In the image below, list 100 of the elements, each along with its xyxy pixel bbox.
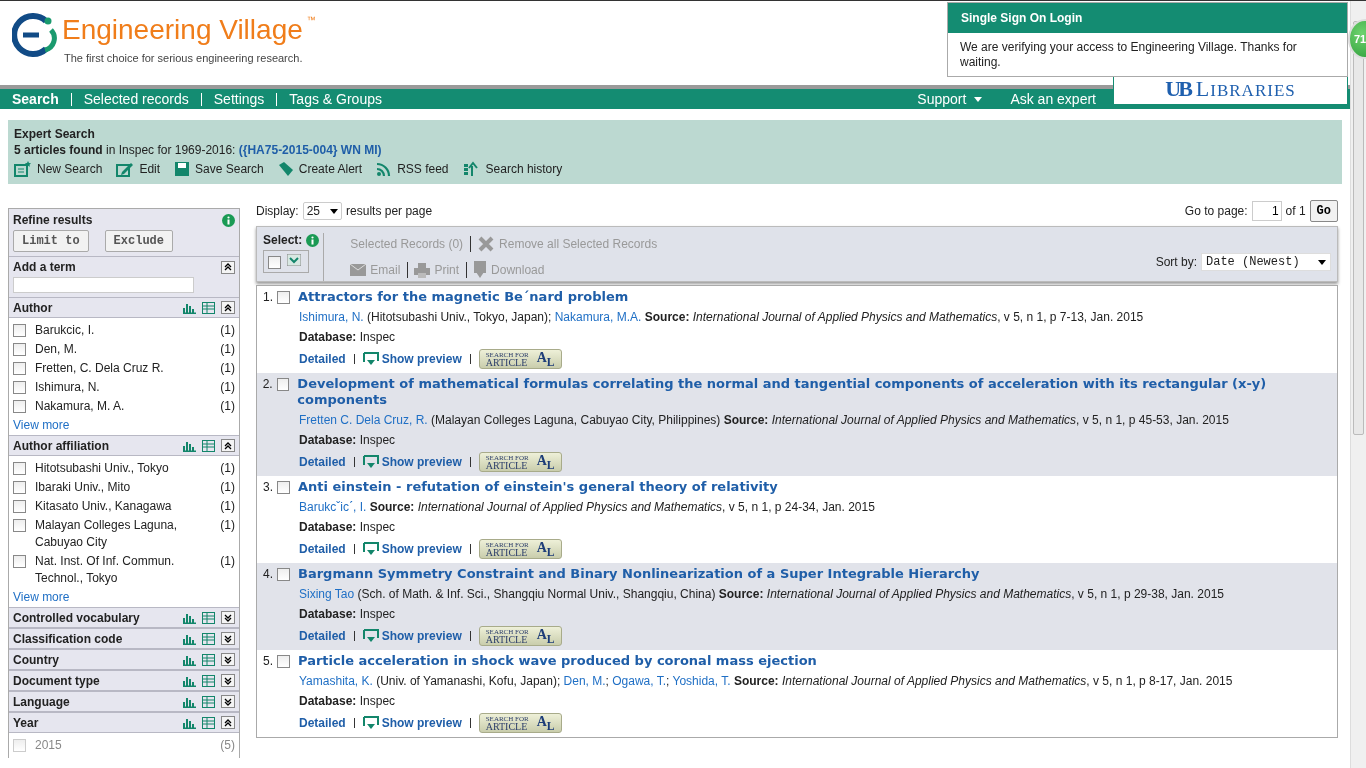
bar-chart-icon[interactable] bbox=[183, 301, 196, 314]
facet-label: Hitotsubashi Univ., Tokyo bbox=[35, 460, 170, 477]
author-link[interactable]: Fretten C. Dela Cruz, R. bbox=[299, 413, 428, 427]
record-title[interactable]: Bargmann Symmetry Constraint and Binary Nonlinearization of a Super Integrable Hierarchy bbox=[298, 566, 980, 582]
record-database: Database: Inspec bbox=[299, 693, 397, 709]
collapse-button[interactable] bbox=[221, 260, 235, 274]
refine-button[interactable]: Exclude bbox=[104, 230, 174, 252]
nav-link[interactable]: Ask an expert bbox=[1010, 91, 1096, 107]
record-checkbox[interactable] bbox=[276, 378, 290, 391]
bar-chart-icon[interactable] bbox=[183, 674, 196, 687]
nav-item[interactable]: Settings bbox=[213, 92, 278, 106]
bar-chart-icon[interactable] bbox=[183, 632, 196, 645]
info-icon[interactable] bbox=[306, 233, 320, 247]
expand-button[interactable] bbox=[221, 611, 235, 624]
bar-chart-icon[interactable] bbox=[183, 439, 196, 452]
record-database: Database: Inspec bbox=[299, 329, 397, 345]
facet-checkbox[interactable] bbox=[13, 519, 26, 532]
bar-chart-icon[interactable] bbox=[183, 695, 196, 708]
facet-checkbox[interactable] bbox=[13, 362, 26, 375]
logo-icon bbox=[12, 13, 58, 57]
facet-label: Malayan Colleges Laguna, Cabuyao City bbox=[35, 517, 179, 551]
facet-checkbox[interactable] bbox=[13, 555, 26, 568]
nav-item[interactable]: Selected records bbox=[83, 92, 202, 106]
expand-button[interactable] bbox=[221, 674, 235, 687]
author-link[interactable]: Barukcˇicˊ, I. bbox=[299, 500, 367, 514]
table-icon[interactable] bbox=[202, 716, 215, 729]
detailed-link[interactable]: Detailed bbox=[299, 352, 346, 366]
record-checkbox[interactable] bbox=[277, 291, 290, 304]
author-link[interactable]: Ishimura, N. bbox=[299, 310, 364, 324]
facet-checkbox[interactable] bbox=[13, 462, 26, 475]
view-more-link[interactable]: View more bbox=[13, 417, 235, 433]
expand-button[interactable] bbox=[221, 653, 235, 666]
page-field[interactable]: 1 bbox=[1251, 201, 1282, 221]
search-type: Expert Search bbox=[14, 126, 96, 142]
nav-link[interactable]: Support bbox=[917, 91, 983, 107]
author-link[interactable]: Nakamura, M.A. bbox=[554, 310, 642, 324]
nav-item[interactable]: Search bbox=[12, 92, 72, 106]
preview-link[interactable]: Show preview bbox=[362, 455, 462, 469]
bar-chart-icon[interactable] bbox=[183, 611, 196, 624]
preview-link[interactable]: Show preview bbox=[362, 629, 462, 643]
table-icon[interactable] bbox=[202, 301, 215, 314]
preview-icon bbox=[362, 542, 379, 556]
preview-link[interactable]: Show preview bbox=[362, 352, 462, 366]
table-icon[interactable] bbox=[202, 653, 215, 666]
record-title[interactable]: Development of mathematical formulas correlating the normal and tangential components of acceleration with its rectangular (x-y) components bbox=[297, 376, 1331, 408]
go-button[interactable]: Go bbox=[1309, 200, 1338, 222]
search-action[interactable]: New Search bbox=[14, 160, 103, 178]
author-link[interactable]: Sixing Tao bbox=[299, 587, 355, 601]
preview-link[interactable]: Show preview bbox=[362, 542, 462, 556]
popup-title: Single Sign On Login bbox=[948, 3, 1347, 33]
sort-select[interactable]: Date (Newest) bbox=[1201, 253, 1331, 271]
collapse-button[interactable] bbox=[221, 716, 235, 729]
record-checkbox[interactable] bbox=[277, 568, 290, 581]
bar-chart-icon[interactable] bbox=[183, 716, 196, 729]
detailed-link[interactable]: Detailed bbox=[299, 629, 346, 643]
collapse-button[interactable] bbox=[221, 439, 235, 452]
facet-checkbox[interactable] bbox=[13, 481, 26, 494]
table-icon[interactable] bbox=[202, 611, 215, 624]
info-icon[interactable] bbox=[222, 213, 235, 227]
search-action[interactable]: Edit bbox=[116, 160, 161, 178]
facet-checkbox[interactable] bbox=[13, 381, 26, 394]
term-field[interactable] bbox=[13, 277, 194, 293]
author-link[interactable]: Yamashita, K. bbox=[299, 674, 373, 688]
display-select[interactable]: 25 bbox=[302, 202, 343, 220]
table-icon[interactable] bbox=[202, 674, 215, 687]
facet-count: (1) bbox=[220, 498, 235, 515]
table-icon[interactable] bbox=[202, 632, 215, 645]
facet-checkbox[interactable] bbox=[13, 500, 26, 513]
search-action[interactable]: Create Alert bbox=[277, 160, 363, 178]
expand-button[interactable] bbox=[221, 632, 235, 645]
record-checkbox[interactable] bbox=[277, 655, 290, 668]
table-icon[interactable] bbox=[202, 439, 215, 452]
search-action[interactable]: Search history bbox=[462, 160, 563, 178]
detailed-link[interactable]: Detailed bbox=[299, 542, 346, 556]
author-link[interactable]: Ogawa, T. bbox=[612, 674, 667, 688]
search-action[interactable]: Save Search bbox=[174, 160, 264, 178]
facet-checkbox[interactable] bbox=[13, 324, 26, 337]
expand-button[interactable] bbox=[221, 695, 235, 708]
table-icon[interactable] bbox=[202, 695, 215, 708]
author-link[interactable]: Yoshida, T. bbox=[672, 674, 731, 688]
bar-chart-icon[interactable] bbox=[183, 653, 196, 666]
facet-count: (1) bbox=[220, 341, 235, 358]
record-title[interactable]: Attractors for the magnetic Be´nard problem bbox=[298, 289, 629, 305]
record-title[interactable]: Particle acceleration in shock wave produced by coronal mass ejection bbox=[298, 653, 817, 669]
select-control[interactable] bbox=[263, 250, 309, 273]
query-link[interactable]: ({HA75-2015-004} WN MI) bbox=[238, 143, 382, 157]
collapse-button[interactable] bbox=[221, 301, 235, 314]
facet-checkbox[interactable] bbox=[13, 400, 26, 413]
detailed-link[interactable]: Detailed bbox=[299, 455, 346, 469]
author-link[interactable]: Den, M. bbox=[563, 674, 606, 688]
search-action[interactable]: RSS feed bbox=[376, 160, 449, 178]
refine-button[interactable]: Limit to bbox=[13, 230, 89, 252]
trademark: ™ bbox=[306, 14, 316, 27]
facet-checkbox[interactable] bbox=[13, 343, 26, 356]
record-title[interactable]: Anti einstein - refutation of einstein's general theory of relativity bbox=[298, 479, 778, 495]
preview-link[interactable]: Show preview bbox=[362, 716, 462, 730]
view-more-link[interactable]: View more bbox=[13, 589, 235, 605]
record-checkbox[interactable] bbox=[277, 481, 290, 494]
detailed-link[interactable]: Detailed bbox=[299, 716, 346, 730]
nav-item[interactable]: Tags & Groups bbox=[289, 92, 394, 106]
